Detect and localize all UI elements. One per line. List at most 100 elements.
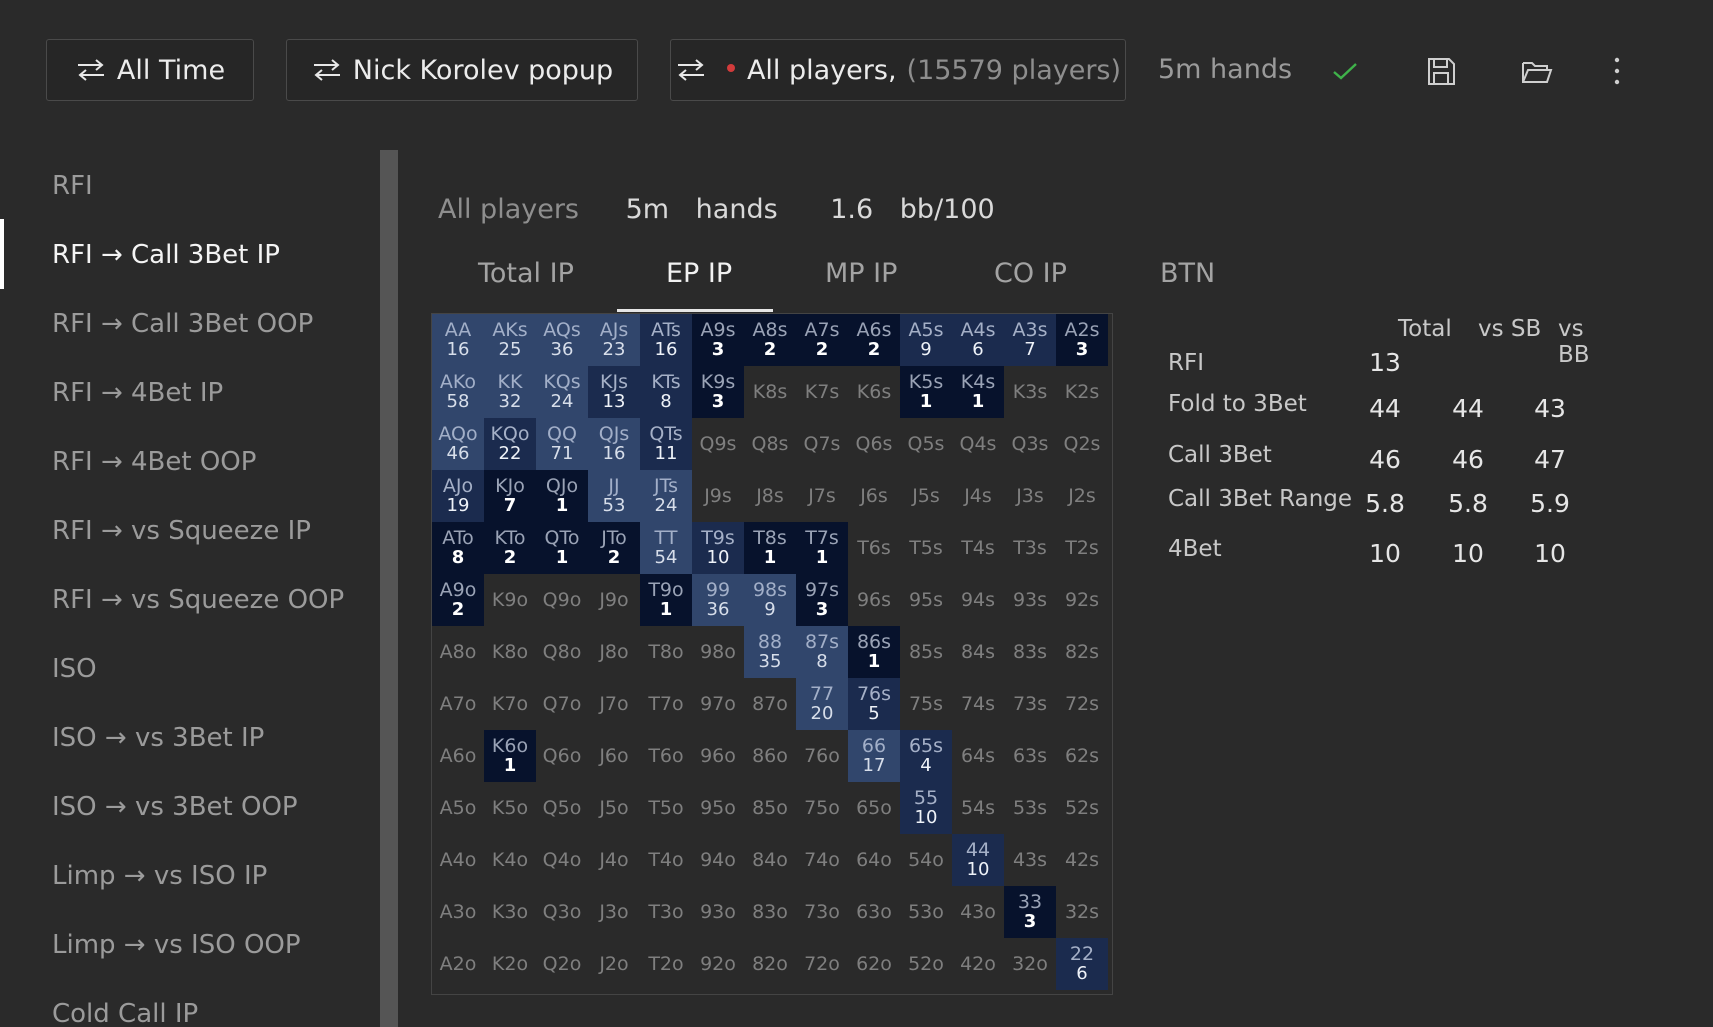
hand-cell[interactable]: 88 35 — [744, 626, 796, 678]
hand-cell[interactable]: A5o — [432, 782, 484, 834]
hand-cell[interactable]: T7s 1 — [796, 522, 848, 574]
hand-cell[interactable]: J8o — [588, 626, 640, 678]
sidebar-item[interactable]: RFI → vs Squeeze IP — [52, 516, 311, 546]
hand-cell[interactable]: 42s — [1056, 834, 1108, 886]
sidebar-item[interactable]: RFI → 4Bet IP — [52, 378, 223, 408]
hand-cell[interactable]: K6o 1 — [484, 730, 536, 782]
tab-ep-ip[interactable]: EP IP — [666, 258, 732, 289]
hand-cell[interactable]: 53o — [900, 886, 952, 938]
hand-cell[interactable]: 75o — [796, 782, 848, 834]
hand-cell[interactable]: 84s — [952, 626, 1004, 678]
sidebar-item[interactable]: Cold Call IP — [52, 999, 198, 1027]
hand-cell[interactable]: KJs 13 — [588, 366, 640, 418]
hand-cell[interactable]: A4o — [432, 834, 484, 886]
hand-cell[interactable]: 66 17 — [848, 730, 900, 782]
hand-cell[interactable]: A7s 2 — [796, 314, 848, 366]
hand-cell[interactable]: KTo 2 — [484, 522, 536, 574]
hand-cell[interactable]: A4s 6 — [952, 314, 1004, 366]
hand-cell[interactable]: QJo 1 — [536, 470, 588, 522]
hand-cell[interactable]: Q6o — [536, 730, 588, 782]
hand-cell[interactable]: JTs 24 — [640, 470, 692, 522]
hand-cell[interactable]: QTs 11 — [640, 418, 692, 470]
hand-cell[interactable]: 86s 1 — [848, 626, 900, 678]
hand-cell[interactable]: 87o — [744, 678, 796, 730]
hand-cell[interactable]: T3s — [1004, 522, 1056, 574]
hand-cell[interactable]: T5o — [640, 782, 692, 834]
hand-cell[interactable]: K3o — [484, 886, 536, 938]
hand-cell[interactable]: 52o — [900, 938, 952, 990]
time-range-button[interactable]: All Time — [46, 39, 254, 101]
hand-cell[interactable]: J7o — [588, 678, 640, 730]
hand-cell[interactable]: 87s 8 — [796, 626, 848, 678]
hand-cell[interactable]: A3o — [432, 886, 484, 938]
hand-cell[interactable]: 73s — [1004, 678, 1056, 730]
hand-cell[interactable]: 95o — [692, 782, 744, 834]
hand-cell[interactable]: ATo 8 — [432, 522, 484, 574]
hand-cell[interactable]: 65o — [848, 782, 900, 834]
hand-cell[interactable]: 32s — [1056, 886, 1108, 938]
hand-cell[interactable]: 84o — [744, 834, 796, 886]
hand-cell[interactable]: J2s — [1056, 470, 1108, 522]
hand-cell[interactable]: AKo 58 — [432, 366, 484, 418]
hand-cell[interactable]: AJo 19 — [432, 470, 484, 522]
sidebar-item[interactable]: RFI — [52, 171, 93, 201]
hand-cell[interactable]: KK 32 — [484, 366, 536, 418]
hand-cell[interactable]: Q8s — [744, 418, 796, 470]
hand-cell[interactable]: ATs 16 — [640, 314, 692, 366]
hand-cell[interactable]: 74o — [796, 834, 848, 886]
hand-cell[interactable]: Q2o — [536, 938, 588, 990]
hand-cell[interactable]: Q7s — [796, 418, 848, 470]
hand-cell[interactable]: J7s — [796, 470, 848, 522]
hand-cell[interactable]: T2o — [640, 938, 692, 990]
hand-cell[interactable]: 72o — [796, 938, 848, 990]
hand-cell[interactable]: 93s — [1004, 574, 1056, 626]
hand-cell[interactable]: K9o — [484, 574, 536, 626]
save-icon[interactable] — [1424, 54, 1458, 88]
hand-cell[interactable]: 94o — [692, 834, 744, 886]
hand-cell[interactable]: K8o — [484, 626, 536, 678]
hand-cell[interactable]: T6s — [848, 522, 900, 574]
hand-cell[interactable]: A2o — [432, 938, 484, 990]
hand-cell[interactable]: K5s 1 — [900, 366, 952, 418]
hand-cell[interactable]: 74s — [952, 678, 1004, 730]
hand-cell[interactable]: AQs 36 — [536, 314, 588, 366]
hand-cell[interactable]: K7o — [484, 678, 536, 730]
hand-cell[interactable]: A8o — [432, 626, 484, 678]
hand-cell[interactable]: 73o — [796, 886, 848, 938]
hand-cell[interactable]: TT 54 — [640, 522, 692, 574]
hand-cell[interactable]: 77 20 — [796, 678, 848, 730]
sidebar-item[interactable]: ISO → vs 3Bet OOP — [52, 792, 298, 822]
hand-cell[interactable]: Q6s — [848, 418, 900, 470]
folder-open-icon[interactable] — [1520, 54, 1554, 88]
hand-cell[interactable]: J3s — [1004, 470, 1056, 522]
hand-cell[interactable]: Q9s — [692, 418, 744, 470]
hand-cell[interactable]: 97s 3 — [796, 574, 848, 626]
hand-cell[interactable]: 76s 5 — [848, 678, 900, 730]
hand-cell[interactable]: KQo 22 — [484, 418, 536, 470]
hand-cell[interactable]: JTo 2 — [588, 522, 640, 574]
hand-cell[interactable]: JJ 53 — [588, 470, 640, 522]
hand-cell[interactable]: 43o — [952, 886, 1004, 938]
hand-cell[interactable]: 92o — [692, 938, 744, 990]
hand-cell[interactable]: KTs 8 — [640, 366, 692, 418]
hand-cell[interactable]: Q7o — [536, 678, 588, 730]
hand-cell[interactable]: T3o — [640, 886, 692, 938]
hand-cell[interactable]: 44 10 — [952, 834, 1004, 886]
hand-cell[interactable]: 55 10 — [900, 782, 952, 834]
hand-cell[interactable]: 96o — [692, 730, 744, 782]
tab-mp-ip[interactable]: MP IP — [825, 258, 897, 289]
popup-selector-button[interactable]: Nick Korolev popup — [286, 39, 638, 101]
hand-cell[interactable]: K6s — [848, 366, 900, 418]
hand-cell[interactable]: A6o — [432, 730, 484, 782]
hand-cell[interactable]: A6s 2 — [848, 314, 900, 366]
hand-cell[interactable]: T6o — [640, 730, 692, 782]
hand-cell[interactable]: 63s — [1004, 730, 1056, 782]
sidebar-item[interactable]: Limp → vs ISO IP — [52, 861, 267, 891]
sidebar-item[interactable]: RFI → Call 3Bet OOP — [52, 309, 313, 339]
hand-cell[interactable]: Q4s — [952, 418, 1004, 470]
hand-cell[interactable]: A9o 2 — [432, 574, 484, 626]
hand-cell[interactable]: 63o — [848, 886, 900, 938]
hand-cell[interactable]: J3o — [588, 886, 640, 938]
player-filter-button[interactable]: All players, (15579 players) — [670, 39, 1126, 101]
hand-cell[interactable]: J8s — [744, 470, 796, 522]
